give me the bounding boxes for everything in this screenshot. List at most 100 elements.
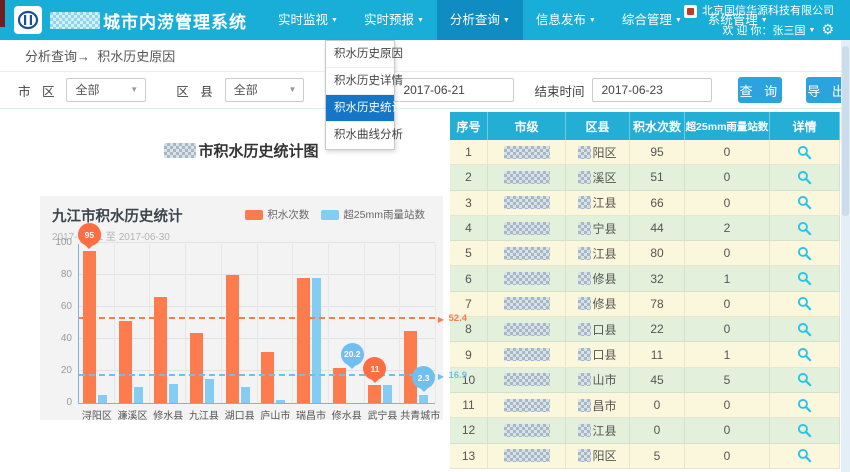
y-axis-tick-0: 0 — [66, 397, 72, 408]
censored-city-cell — [504, 222, 550, 235]
table-cell-5[interactable] — [770, 368, 840, 393]
table-cell-5[interactable] — [770, 444, 840, 469]
markline-arrow-icon: ▶ — [438, 315, 444, 324]
censored-city-cell — [504, 449, 550, 462]
table-cell-5[interactable] — [770, 342, 840, 367]
bar-stations-湖口县[interactable] — [241, 387, 250, 403]
table-cell-5[interactable] — [770, 292, 840, 317]
table-cell-5[interactable] — [770, 216, 840, 241]
table-cell-1 — [488, 216, 566, 241]
table-row: 5江县800 — [450, 241, 840, 266]
username-menu[interactable]: 张三国 — [773, 25, 806, 37]
city-select[interactable]: 全部▼ — [66, 78, 146, 102]
table-cell-4: 0 — [685, 418, 770, 443]
gear-icon[interactable]: ⚙ — [821, 21, 834, 37]
bar-stations-濂溪区[interactable] — [134, 387, 143, 403]
start-date-input[interactable] — [394, 78, 514, 102]
table-cell-5[interactable] — [770, 317, 840, 342]
table-header-0: 序号 — [450, 112, 488, 140]
magnifier-icon[interactable] — [797, 347, 812, 362]
table-cell-3: 0 — [630, 418, 685, 443]
district-filter-label: 区 县 — [176, 81, 216, 100]
magnifier-icon[interactable] — [797, 246, 812, 261]
censored-district-prefix — [578, 272, 591, 285]
table-cell-5[interactable] — [770, 266, 840, 291]
table-row: 8口县220 — [450, 317, 840, 342]
legend-item-flood[interactable]: 积水次数 — [245, 207, 309, 222]
nav-item-3[interactable]: 信息发布▼ — [523, 0, 609, 40]
bar-stations-庐山市[interactable] — [276, 400, 285, 403]
markline-label: 16.9 — [449, 370, 468, 381]
nav-item-2[interactable]: 分析查询▼ — [437, 0, 523, 40]
bar-flood-浔阳区[interactable] — [83, 251, 96, 403]
x-axis-label-湖口县: 湖口县 — [222, 407, 258, 422]
table-cell-1 — [488, 140, 566, 165]
vertical-scrollbar[interactable] — [841, 40, 850, 472]
nav-item-0[interactable]: 实时监视▼ — [265, 0, 351, 40]
gridline-x-2 — [149, 244, 150, 403]
nav-item-1[interactable]: 实时预报▼ — [351, 0, 437, 40]
magnifier-icon[interactable] — [797, 398, 812, 413]
table-cell-2: 口县 — [566, 342, 630, 367]
bar-flood-九江县[interactable] — [190, 333, 203, 403]
table-cell-5[interactable] — [770, 191, 840, 216]
table-cell-5[interactable] — [770, 418, 840, 443]
legend-swatch-orange — [245, 210, 263, 220]
bar-flood-庐山市[interactable] — [261, 352, 274, 403]
bar-flood-共青城市[interactable] — [404, 331, 417, 403]
table-cell-5[interactable] — [770, 241, 840, 266]
magnifier-icon[interactable] — [797, 195, 812, 210]
bar-stations-武宁县[interactable] — [383, 385, 392, 403]
table-cell-5[interactable] — [770, 165, 840, 190]
breadcrumb: 分析查询→ 积水历史原因 — [0, 40, 850, 72]
district-select[interactable]: 全部▼ — [225, 78, 305, 102]
scrollbar-thumb[interactable] — [842, 46, 849, 216]
menu-item-3[interactable]: 积水曲线分析 — [326, 122, 394, 149]
magnifier-icon[interactable] — [797, 448, 812, 463]
menu-item-1[interactable]: 积水历史详情 — [326, 68, 394, 95]
censored-city-cell — [504, 373, 550, 386]
bar-flood-濂溪区[interactable] — [119, 321, 132, 403]
legend-item-stations[interactable]: 超25mm雨量站数 — [321, 207, 425, 222]
censored-city-cell — [504, 297, 550, 310]
bar-flood-修水县[interactable] — [154, 297, 167, 403]
end-date-input[interactable] — [592, 78, 712, 102]
bar-flood-湖口县[interactable] — [226, 275, 239, 403]
nav-item-4[interactable]: 综合管理▼ — [609, 0, 695, 40]
magnifier-icon[interactable] — [797, 221, 812, 236]
table-row: 13阳区50 — [450, 444, 840, 469]
magnifier-icon[interactable] — [797, 145, 812, 160]
table-header-row: 序号市级区县积水次数超25mm雨量站数详情 — [450, 112, 840, 140]
bar-stations-浔阳区[interactable] — [98, 395, 107, 403]
bar-stations-修水县[interactable] — [169, 384, 178, 403]
table-cell-3: 51 — [630, 165, 685, 190]
table-cell-1 — [488, 444, 566, 469]
table-header-2: 区县 — [566, 112, 630, 140]
x-axis-label-庐山市: 庐山市 — [258, 407, 294, 422]
magnifier-icon[interactable] — [797, 423, 812, 438]
table-cell-2: 宁县 — [566, 216, 630, 241]
bar-stations-九江县[interactable] — [205, 379, 214, 403]
gridline-x-5 — [257, 244, 258, 403]
table-cell-3: 11 — [630, 342, 685, 367]
gridline-x-4 — [221, 244, 222, 403]
magnifier-icon[interactable] — [797, 372, 812, 387]
breadcrumb-page: 积水历史原因 — [97, 46, 175, 65]
query-button[interactable]: 查 询 — [738, 77, 782, 103]
bar-flood-瑞昌市[interactable] — [297, 278, 310, 403]
table-cell-3: 95 — [630, 140, 685, 165]
table-cell-4: 0 — [685, 165, 770, 190]
censored-district-prefix — [578, 323, 591, 336]
censored-city-cell — [504, 272, 550, 285]
magnifier-icon[interactable] — [797, 271, 812, 286]
magnifier-icon[interactable] — [797, 322, 812, 337]
magnifier-icon[interactable] — [797, 296, 812, 311]
table-row: 9口县111 — [450, 342, 840, 367]
table-cell-5[interactable] — [770, 140, 840, 165]
menu-item-2[interactable]: 积水历史统计 — [326, 95, 394, 122]
magnifier-icon[interactable] — [797, 170, 812, 185]
menu-item-0[interactable]: 积水历史原因 — [326, 41, 394, 68]
table-cell-5[interactable] — [770, 393, 840, 418]
table-row: 4宁县442 — [450, 216, 840, 241]
bar-stations-瑞昌市[interactable] — [312, 278, 321, 403]
